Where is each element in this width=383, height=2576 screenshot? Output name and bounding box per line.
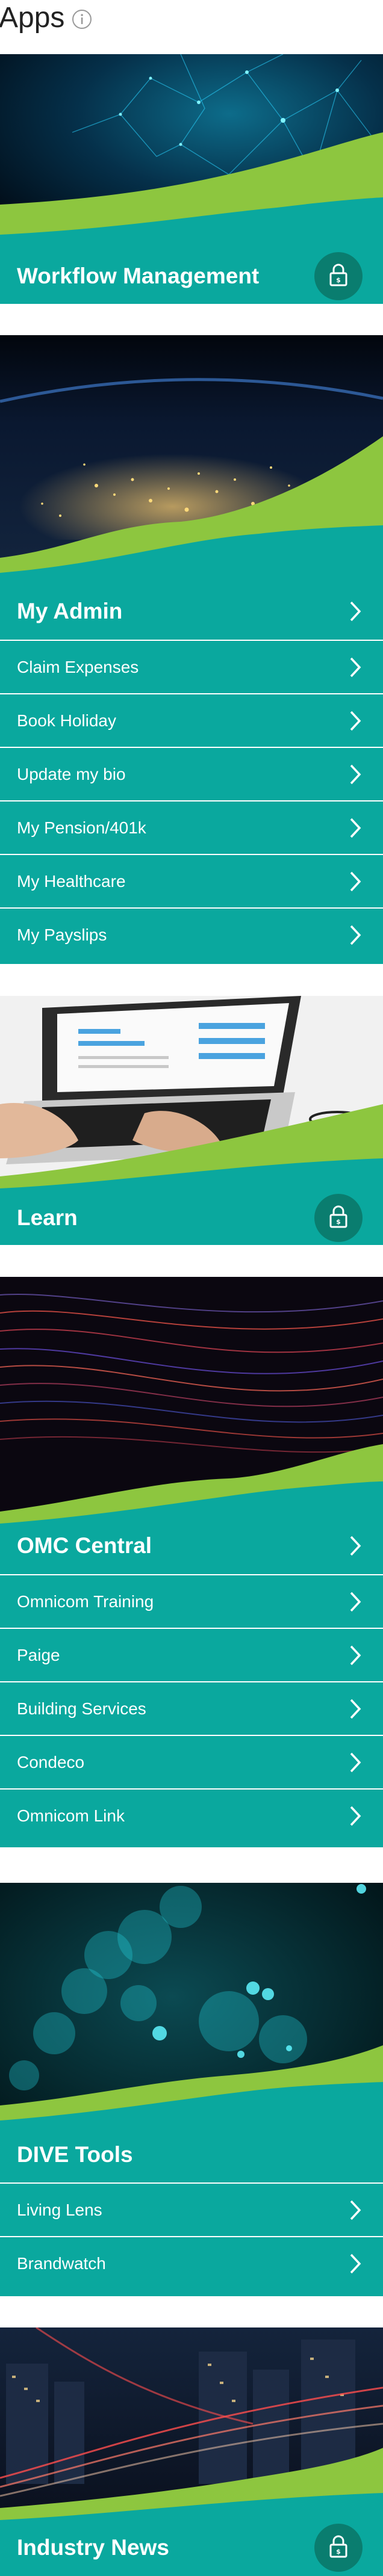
link-label: Building Services [17, 1699, 146, 1718]
link-label: Update my bio [17, 764, 126, 783]
card-title: DIVE Tools [17, 2142, 133, 2167]
link-my-pension[interactable]: My Pension/401k [0, 800, 383, 854]
hero-image-light-streaks [0, 1277, 383, 1530]
chevron-right-icon [343, 762, 367, 786]
link-my-payslips[interactable]: My Payslips [0, 907, 383, 961]
chevron-right-icon [343, 1534, 367, 1558]
lock-button[interactable]: $ [314, 1194, 363, 1242]
card-header: Industry News $ [0, 2521, 383, 2575]
card-learn[interactable]: Learn $ [0, 996, 383, 1245]
lock-icon: $ [328, 262, 349, 291]
link-label: Claim Expenses [17, 657, 139, 676]
card-title: OMC Central [17, 1533, 152, 1558]
chevron-right-icon [343, 816, 367, 840]
link-brandwatch[interactable]: Brandwatch [0, 2236, 383, 2290]
link-label: Omnicom Link [17, 1806, 125, 1825]
link-living-lens[interactable]: Living Lens [0, 2182, 383, 2236]
chevron-right-icon [343, 869, 367, 894]
link-claim-expenses[interactable]: Claim Expenses [0, 640, 383, 693]
card-header[interactable]: OMC Central [0, 1519, 383, 1573]
page-header: Apps [0, 0, 383, 36]
card-dive-tools[interactable]: DIVE Tools Living Lens Brandwatch [0, 1883, 383, 2296]
card-my-admin[interactable]: My Admin Claim Expenses Book Holiday Upd… [0, 335, 383, 964]
lock-button[interactable]: $ [314, 252, 363, 300]
link-label: Book Holiday [17, 711, 116, 730]
card-title: Learn [17, 1205, 78, 1230]
info-icon[interactable] [72, 9, 92, 29]
card-header[interactable]: My Admin [0, 584, 383, 638]
card-title: Industry News [17, 2535, 169, 2560]
svg-text:$: $ [336, 1218, 341, 1226]
chevron-right-icon [343, 1804, 367, 1828]
link-label: Omnicom Training [17, 1592, 154, 1611]
link-label: My Healthcare [17, 871, 126, 891]
svg-text:$: $ [336, 276, 341, 284]
card-header: DIVE Tools [0, 2128, 383, 2182]
link-label: Living Lens [17, 2200, 102, 2219]
link-book-holiday[interactable]: Book Holiday [0, 693, 383, 747]
chevron-right-icon [343, 923, 367, 947]
link-my-healthcare[interactable]: My Healthcare [0, 854, 383, 907]
dive-link-list: Living Lens Brandwatch [0, 2182, 383, 2290]
card-workflow-management[interactable]: Workflow Management $ [0, 54, 383, 304]
chevron-right-icon [343, 655, 367, 679]
link-omnicom-link[interactable]: Omnicom Link [0, 1788, 383, 1842]
admin-link-list: Claim Expenses Book Holiday Update my bi… [0, 640, 383, 961]
card-title: My Admin [17, 599, 123, 623]
page-title: Apps [0, 2, 65, 34]
hero-image-city-night [0, 2327, 383, 2526]
chevron-right-icon [343, 2252, 367, 2276]
link-paige[interactable]: Paige [0, 1628, 383, 1681]
lock-icon: $ [328, 1204, 349, 1232]
chevron-right-icon [343, 1590, 367, 1614]
chevron-right-icon [343, 709, 367, 733]
svg-text:$: $ [336, 2548, 341, 2556]
chevron-right-icon [343, 2198, 367, 2222]
card-omc-central[interactable]: OMC Central Omnicom Training Paige Build… [0, 1277, 383, 1847]
link-label: My Payslips [17, 925, 107, 944]
link-building-services[interactable]: Building Services [0, 1681, 383, 1735]
hero-image-earth-night [0, 335, 383, 588]
hero-image-laptop [0, 996, 383, 1194]
chevron-right-icon [343, 1750, 367, 1774]
chevron-right-icon [343, 1643, 367, 1667]
hero-image-bokeh [0, 1883, 383, 2136]
link-label: My Pension/401k [17, 818, 146, 837]
omc-link-list: Omnicom Training Paige Building Services… [0, 1574, 383, 1842]
link-label: Paige [17, 1645, 60, 1664]
card-header: Workflow Management $ [0, 249, 383, 303]
link-label: Condeco [17, 1752, 85, 1771]
chevron-right-icon [343, 1697, 367, 1721]
card-header: Learn $ [0, 1191, 383, 1245]
link-update-my-bio[interactable]: Update my bio [0, 747, 383, 800]
chevron-right-icon [343, 599, 367, 623]
link-omnicom-training[interactable]: Omnicom Training [0, 1574, 383, 1628]
hero-image-network [0, 54, 383, 253]
link-label: Brandwatch [17, 2253, 106, 2273]
card-industry-news[interactable]: Industry News $ [0, 2327, 383, 2576]
link-condeco[interactable]: Condeco [0, 1735, 383, 1788]
lock-button[interactable]: $ [314, 2524, 363, 2572]
card-title: Workflow Management [17, 264, 260, 288]
lock-icon: $ [328, 2534, 349, 2562]
